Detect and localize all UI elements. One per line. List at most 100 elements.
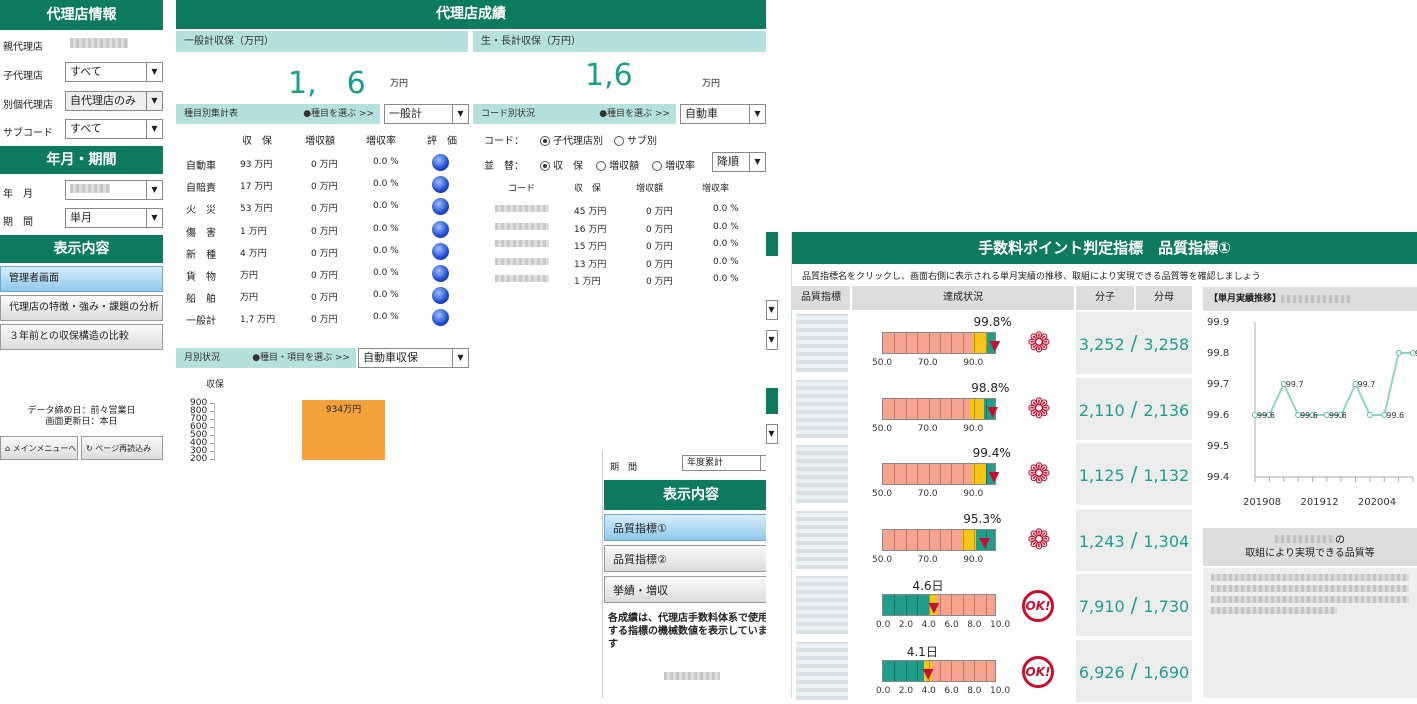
type-row-name: 貨 物 [186,272,216,283]
chevron-down-icon: ▼ [146,209,162,227]
achievement-status: 95.3% ▼ 50.0 70.0 90.0 ❁ [852,508,1074,571]
bar-gridline [917,529,919,550]
period-value: 単月 [70,211,92,224]
quality-indicator-name[interactable] [796,510,848,569]
right-box-text-line [1211,596,1409,603]
code-type-select-value: 自動車 [685,107,718,120]
slash: / [1130,396,1138,421]
quality-row[interactable]: 4.1日 ▼ 0.0 2.0 4.0 6.0 8.0 10.0 OK! 6,926/1,690 [792,639,1192,702]
code-col-code: コード [508,184,536,194]
child-agency-select[interactable]: すべて ▼ [65,62,163,82]
period-label: 期 間 [3,217,33,228]
quality-subtitle: 品質指標名をクリックし、画面右側に表示される単月実績の推移、取組により実現できる… [802,272,1261,282]
trend-title-text: 【単月実績推移】 [1209,294,1282,304]
code-opt-child-label: 子代理店別 [553,136,603,147]
menu-admin[interactable]: 管理者画面 [0,266,163,292]
type-row-increase: 0 万円 [311,293,338,304]
choose-item-link[interactable]: ●種目・項目を選ぶ >> [252,348,350,368]
menu-quality-2[interactable]: 品質指標② [604,545,778,572]
sort-opt-inc[interactable]: 増収額 [596,157,639,172]
type-row-rate: 0.0 % [373,245,399,256]
achievement-value: 98.8% [971,380,1010,395]
code-row-premium: 45 万円 [574,207,607,217]
subcode-value: すべて [70,122,102,135]
code-opt-child[interactable]: 子代理店別 [540,132,603,147]
type-row-premium: 1 万円 [240,226,267,237]
quality-indicator-name[interactable] [796,379,848,438]
type-row-name: 自賠責 [186,183,216,195]
quality-indicator-name[interactable] [796,445,848,503]
bar-gridline [940,595,941,615]
hidden-select-2[interactable]: ▼ [766,330,778,350]
radio-icon [652,161,662,171]
quality-indicator-name[interactable] [796,641,848,700]
hidden-select-3[interactable]: ▼ [766,424,778,444]
monthly-select[interactable]: 自動車収保 ▼ [358,348,469,368]
type-row-premium: 53 万円 [240,204,273,215]
year-month-value [70,184,110,193]
quality-indicator-name[interactable] [796,314,848,372]
sort-order-select[interactable]: 降順 ▼ [712,152,766,172]
type-row-name: 傷 害 [186,227,216,239]
quality-row[interactable]: 98.8% ▼ 50.0 70.0 90.0 ❁ 2,110/2,136 [792,377,1192,440]
col-eval: 評 価 [427,136,457,147]
numerator: 2,110 [1078,400,1125,420]
chevron-down-icon: ▼ [749,105,765,123]
scale-label: 0.0 [876,620,891,630]
hidden-select-1[interactable]: ▼ [766,300,778,320]
slash: / [1130,593,1138,617]
bar-gridline [985,333,987,353]
sort-order-value: 降順 [717,155,739,168]
reload-button[interactable]: ↻ ページ再読込み [81,436,163,460]
slash: / [1130,658,1138,683]
main-menu-button[interactable]: ⌂ メインメニューへ [0,436,78,460]
menu-quality-1[interactable]: 品質指標① [604,514,778,541]
quality-row[interactable]: 4.6日 ▼ 0.0 2.0 4.0 6.0 8.0 10.0 OK! 7,910 / 1,730 [792,574,1192,636]
menu-compare[interactable]: ３年前との収保構造の比較 [0,324,163,350]
type-table-label: 種目別集計表 ●種目を選ぶ >> [176,104,380,124]
period-select[interactable]: 単月 ▼ [65,208,163,228]
separate-agency-select[interactable]: 自代理店のみ ▼ [65,91,163,111]
quality-row[interactable]: 95.3% ▼ 50.0 70.0 90.0 ❁ 1,243/1,304 [792,508,1192,571]
menu-results[interactable]: 挙績・増収 [604,576,778,603]
year-month-select[interactable]: ▼ [65,180,163,200]
choose-type-link-2[interactable]: ●種目を選ぶ >> [599,104,670,124]
sort-opt-premium[interactable]: 収 保 [540,157,583,172]
trend-ytick: 99.8 [1207,348,1229,359]
trend-point-label: 99.6 [1329,411,1347,420]
bar-gridline [905,333,907,353]
code-opt-sub[interactable]: サブ別 [614,132,657,147]
code-row-premium: 16 万円 [574,224,607,235]
quality-row[interactable]: 99.8% ▼ 50.0 70.0 90.0 ❁ 3,252 / 3,258 [792,312,1192,374]
code-row-increase: 0 万円 [646,224,673,235]
code-type-select[interactable]: 自動車 ▼ [680,104,766,124]
choose-type-link[interactable]: ●種目を選ぶ >> [303,104,374,124]
scale-label: 70.0 [917,554,938,565]
type-row-rate: 0.0 % [373,179,399,190]
quality-row[interactable]: 99.4% ▼ 50.0 70.0 90.0 ❁ 1,125 / 1,132 [792,443,1192,505]
ok-stamp-icon: OK! [1022,655,1054,688]
trend-ytick: 99.6 [1207,410,1229,421]
overlay-period-select[interactable]: 年度累計▼ [682,455,777,471]
sort-opt-rate[interactable]: 増収率 [652,157,695,172]
scale-label: 90.0 [963,358,984,368]
trend-ytick: 99.5 [1207,441,1229,452]
bar-gridline [905,464,907,484]
trend-ytick: 99.9 [1207,317,1229,328]
type-select[interactable]: 一般計 ▼ [384,104,469,124]
agency-results-title: 代理店成績 [176,0,766,29]
achievement-value: 4.6日 [912,579,944,593]
code-col-rate: 増収率 [702,184,730,194]
subcode-select[interactable]: すべて ▼ [65,119,163,139]
trend-chart: 99.9 99.8 99.7 99.6 99.5 99.4 99.6 99.7 99.6 99.6… [1207,317,1417,508]
type-row-name: 新 種 [186,249,216,261]
slash: / [1130,462,1138,486]
menu-analysis[interactable]: 代理店の特徴・強み・課題の分析 [0,295,163,321]
quality-indicator-name[interactable] [796,576,848,634]
eval-orb-icon [432,287,449,305]
code-table-label-text: コード別状況 [481,109,536,119]
monthly-label: 月別状況 ●種目・項目を選ぶ >> [176,348,356,368]
trend-xlabel: 201908 [1243,497,1281,508]
trend-point [1366,412,1373,418]
bar-gridline [962,595,964,615]
